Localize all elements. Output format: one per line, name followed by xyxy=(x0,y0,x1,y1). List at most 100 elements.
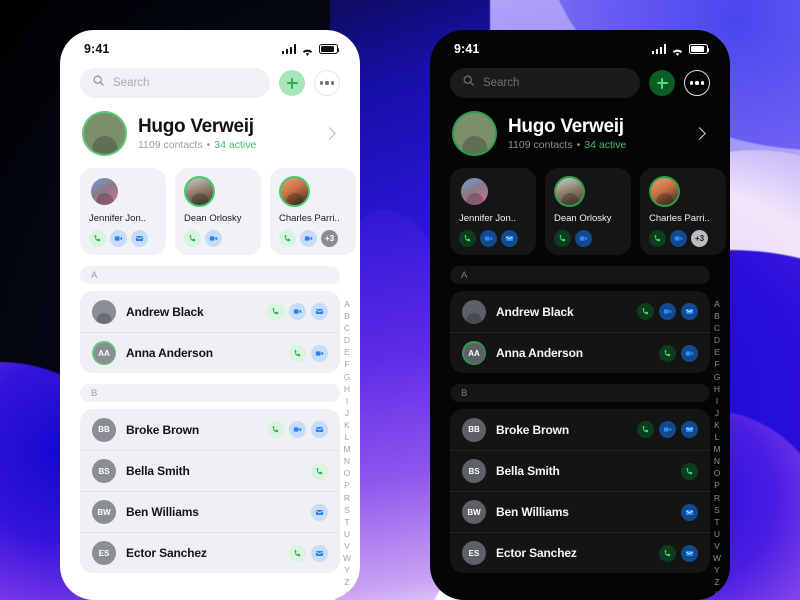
alphabet-index-letter[interactable]: F xyxy=(714,358,719,370)
mail-icon[interactable] xyxy=(311,303,328,320)
call-icon[interactable] xyxy=(659,344,676,362)
alphabet-index-letter[interactable]: T xyxy=(344,516,349,528)
video-icon[interactable] xyxy=(300,230,317,247)
alphabet-index-letter[interactable]: D xyxy=(714,334,720,346)
more-options-button[interactable] xyxy=(314,70,340,96)
mail-icon[interactable] xyxy=(501,230,518,247)
search-input[interactable]: Search xyxy=(80,68,270,98)
alphabet-index-letter[interactable]: F xyxy=(344,358,349,370)
alphabet-index-letter[interactable]: S xyxy=(714,504,720,516)
call-icon[interactable] xyxy=(681,462,698,480)
video-icon[interactable] xyxy=(670,230,687,247)
alphabet-index-letter[interactable]: M xyxy=(343,443,350,455)
table-row[interactable]: BB Broke Brown xyxy=(450,409,710,450)
mail-icon[interactable] xyxy=(681,503,698,521)
alphabet-index-letter[interactable]: T xyxy=(714,516,719,528)
more-count-badge[interactable]: +3 xyxy=(691,230,708,247)
mail-icon[interactable] xyxy=(311,503,328,521)
alphabet-index-letter[interactable]: P xyxy=(714,479,720,491)
alphabet-index-letter[interactable]: L xyxy=(715,431,720,443)
alphabet-index-letter[interactable]: I xyxy=(346,395,348,407)
profile-row[interactable]: Hugo Verweij 1109 contacts • 34 active xyxy=(60,98,360,168)
alphabet-index[interactable]: A B C D E F G H I J K L M N O P R S T U V W Y Z # xyxy=(340,298,354,600)
call-icon[interactable] xyxy=(289,544,306,562)
table-row[interactable]: BS Bella Smith xyxy=(450,450,710,491)
favorites-carousel[interactable]: Jennifer Jon.. Dean Orlosky Charles Parri.… xyxy=(60,168,360,255)
alphabet-index-letter[interactable]: U xyxy=(714,528,720,540)
call-icon[interactable] xyxy=(659,544,676,562)
call-icon[interactable] xyxy=(184,230,201,247)
video-icon[interactable] xyxy=(110,230,127,247)
alphabet-index-letter[interactable]: Z xyxy=(714,576,719,588)
favorites-carousel[interactable]: Jennifer Jon.. Dean Orlosky Charles Parri.… xyxy=(430,168,730,255)
video-icon[interactable] xyxy=(681,344,698,362)
mail-icon[interactable] xyxy=(311,544,328,562)
more-count-badge[interactable]: +3 xyxy=(321,230,338,247)
alphabet-index-letter[interactable]: W xyxy=(713,552,721,564)
call-icon[interactable] xyxy=(311,462,328,480)
alphabet-index-letter[interactable]: V xyxy=(714,540,720,552)
alphabet-index-letter[interactable]: W xyxy=(343,552,351,564)
alphabet-index-letter[interactable]: J xyxy=(715,407,719,419)
table-row[interactable]: ES Ector Sanchez xyxy=(80,532,340,573)
alphabet-index-letter[interactable]: Y xyxy=(714,564,720,576)
call-icon[interactable] xyxy=(637,303,654,320)
chevron-right-icon[interactable] xyxy=(323,127,336,140)
table-row[interactable]: Andrew Black xyxy=(80,291,340,332)
alphabet-index-letter[interactable]: B xyxy=(344,310,350,322)
add-contact-button[interactable] xyxy=(649,70,675,96)
alphabet-index-letter[interactable]: R xyxy=(714,492,720,504)
call-icon[interactable] xyxy=(89,230,106,247)
alphabet-index-letter[interactable]: J xyxy=(345,407,349,419)
call-icon[interactable] xyxy=(459,230,476,247)
search-input[interactable]: Search xyxy=(450,68,640,98)
favorite-card[interactable]: Dean Orlosky xyxy=(545,168,631,255)
alphabet-index-letter[interactable]: # xyxy=(345,588,350,600)
call-icon[interactable] xyxy=(554,230,571,247)
alphabet-index-letter[interactable]: L xyxy=(345,431,350,443)
alphabet-index-letter[interactable]: G xyxy=(714,371,721,383)
alphabet-index-letter[interactable]: B xyxy=(714,310,720,322)
mail-icon[interactable] xyxy=(681,303,698,320)
alphabet-index-letter[interactable]: K xyxy=(714,419,720,431)
alphabet-index-letter[interactable]: A xyxy=(344,298,350,310)
table-row[interactable]: BB Broke Brown xyxy=(80,409,340,450)
alphabet-index-letter[interactable]: E xyxy=(344,346,350,358)
more-options-button[interactable] xyxy=(684,70,710,96)
favorite-card[interactable]: Jennifer Jon.. xyxy=(80,168,166,255)
video-icon[interactable] xyxy=(289,421,306,438)
alphabet-index-letter[interactable]: V xyxy=(344,540,350,552)
chevron-right-icon[interactable] xyxy=(693,127,706,140)
table-row[interactable]: AA Anna Anderson xyxy=(80,332,340,373)
alphabet-index-letter[interactable]: P xyxy=(344,479,350,491)
alphabet-index-letter[interactable]: H xyxy=(714,383,720,395)
add-contact-button[interactable] xyxy=(279,70,305,96)
alphabet-index-letter[interactable]: O xyxy=(344,467,351,479)
favorite-card[interactable]: Charles Parri.. +3 xyxy=(270,168,356,255)
mail-icon[interactable] xyxy=(131,230,148,247)
call-icon[interactable] xyxy=(267,421,284,438)
call-icon[interactable] xyxy=(649,230,666,247)
call-icon[interactable] xyxy=(279,230,296,247)
video-icon[interactable] xyxy=(575,230,592,247)
alphabet-index-letter[interactable]: A xyxy=(714,298,720,310)
table-row[interactable]: AA Anna Anderson xyxy=(450,332,710,373)
alphabet-index-letter[interactable]: D xyxy=(344,334,350,346)
table-row[interactable]: ES Ector Sanchez xyxy=(450,532,710,573)
video-icon[interactable] xyxy=(205,230,222,247)
video-icon[interactable] xyxy=(480,230,497,247)
video-icon[interactable] xyxy=(289,303,306,320)
mail-icon[interactable] xyxy=(681,544,698,562)
video-icon[interactable] xyxy=(311,344,328,362)
profile-row[interactable]: Hugo Verweij 1109 contacts • 34 active xyxy=(430,98,730,168)
alphabet-index-letter[interactable]: N xyxy=(714,455,720,467)
alphabet-index-letter[interactable]: C xyxy=(344,322,350,334)
alphabet-index-letter[interactable]: C xyxy=(714,322,720,334)
alphabet-index-letter[interactable]: M xyxy=(713,443,720,455)
alphabet-index-letter[interactable]: S xyxy=(344,504,350,516)
alphabet-index-letter[interactable]: G xyxy=(344,371,351,383)
alphabet-index[interactable]: A B C D E F G H I J K L M N O P R S T U V W Y Z # xyxy=(710,298,724,600)
alphabet-index-letter[interactable]: H xyxy=(344,383,350,395)
alphabet-index-letter[interactable]: O xyxy=(714,467,721,479)
table-row[interactable]: Andrew Black xyxy=(450,291,710,332)
